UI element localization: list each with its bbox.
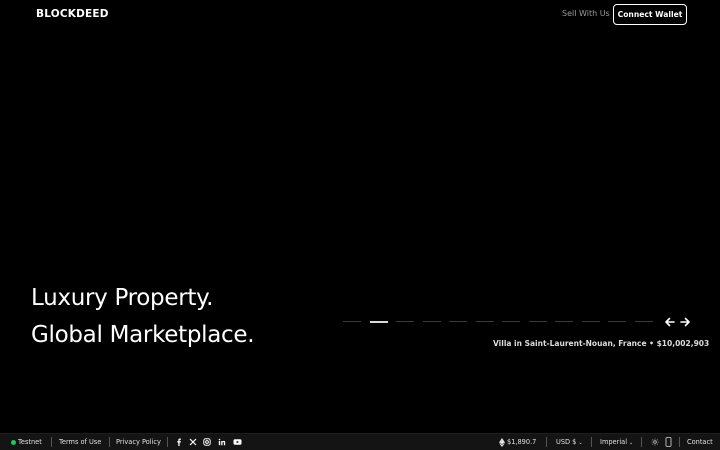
slide-indicator-5[interactable] (449, 321, 467, 322)
slide-caption[interactable]: Villa in Saint-Laurent-Nouan, France • $… (493, 339, 709, 348)
divider (679, 437, 680, 447)
divider (591, 437, 592, 447)
slide-indicator-8[interactable] (528, 321, 547, 322)
slide-indicator-12[interactable] (634, 321, 653, 322)
units-value: Imperial (600, 438, 628, 446)
arrow-right-icon (680, 317, 690, 327)
divider (546, 437, 547, 447)
connect-wallet-button[interactable]: Connect Wallet (613, 4, 687, 25)
slide-indicator-1[interactable] (343, 321, 361, 322)
currency-value: USD $ (556, 438, 577, 446)
mobile-icon[interactable] (663, 437, 673, 447)
slide-indicator-11[interactable] (608, 321, 626, 322)
network-status-dot (11, 440, 16, 445)
divider (641, 437, 642, 447)
next-slide-button[interactable] (679, 315, 691, 329)
divider (167, 437, 168, 447)
slide-indicator-7[interactable] (502, 321, 520, 322)
slide-indicator-6[interactable] (475, 321, 494, 322)
slide-indicator-4[interactable] (422, 321, 441, 322)
ethereum-icon (497, 437, 507, 447)
slide-indicator-2[interactable] (369, 321, 388, 323)
logo[interactable]: BLOCKDEED (36, 8, 109, 20)
network-label: Testnet (18, 438, 42, 446)
units-selector[interactable]: Imperial ⌄ (600, 438, 633, 446)
instagram-icon[interactable] (202, 437, 212, 447)
eth-price: $1,890.7 (507, 438, 537, 446)
divider (51, 437, 52, 447)
site-header: BLOCKDEED Sell With Us Connect Wallet (0, 0, 720, 30)
currency-selector[interactable]: USD $ ⌄ (556, 438, 583, 446)
slide-indicator-10[interactable] (581, 321, 600, 322)
slide-indicator-3[interactable] (396, 321, 414, 322)
arrow-left-icon (665, 317, 675, 327)
footer-bar: Testnet Terms of Use Privacy Policy $1,8… (0, 433, 720, 450)
hero-line-2: Global Marketplace. (31, 322, 255, 348)
hero-line-1: Luxury Property. (31, 285, 214, 311)
chevron-down-icon: ⌄ (578, 440, 583, 446)
hero-headline: Luxury Property. Global Marketplace. (31, 280, 255, 354)
privacy-link[interactable]: Privacy Policy (116, 438, 161, 446)
x-icon[interactable] (188, 437, 198, 447)
terms-link[interactable]: Terms of Use (59, 438, 101, 446)
contact-link[interactable]: Contact (687, 438, 713, 446)
slide-indicators (343, 321, 655, 324)
prev-slide-button[interactable] (664, 315, 676, 329)
divider (109, 437, 110, 447)
sell-with-us-link[interactable]: Sell With Us (562, 9, 610, 18)
slide-indicator-9[interactable] (555, 321, 573, 322)
sun-icon[interactable] (650, 437, 660, 447)
linkedin-icon[interactable] (217, 437, 227, 447)
youtube-icon[interactable] (232, 437, 242, 447)
facebook-icon[interactable] (174, 437, 184, 447)
chevron-down-icon: ⌄ (629, 440, 634, 446)
